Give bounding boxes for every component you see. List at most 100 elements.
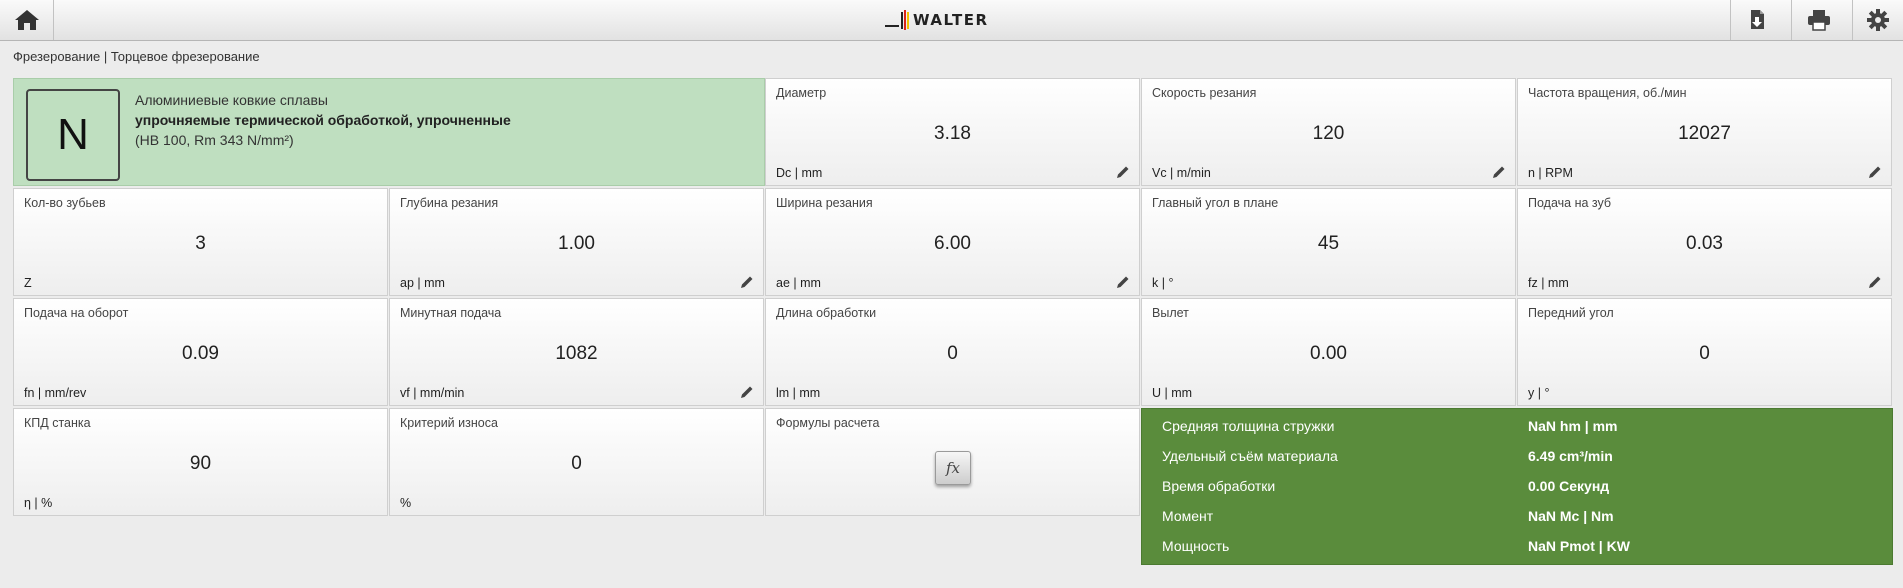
result-value: NaN Pmot | KW [1528,538,1630,554]
pencil-icon[interactable] [740,385,754,399]
param-value: 0 [947,343,958,364]
param-value: 6.00 [934,233,971,254]
param-label: Передний угол [1528,306,1614,320]
print-icon [1807,10,1830,31]
param-depth[interactable]: Глубина резания 1.00 ap | mm [389,188,764,296]
formulas-label: Формулы расчета [776,416,880,430]
param-label: Глубина резания [400,196,499,210]
param-rpm[interactable]: Частота вращения, об./мин 12027 n | RPM [1517,78,1892,186]
param-value: 90 [189,453,212,474]
result-value: NaN hm | mm [1528,418,1618,434]
param-length[interactable]: Длина обработки 0 lm | mm [765,298,1140,406]
param-label: Скорость резания [1152,86,1257,100]
param-unit: lm | mm [776,386,821,400]
result-value: NaN Mc | Nm [1528,508,1614,524]
material-condition: упрочняемые термической обработкой, упро… [135,112,511,128]
logo-text: WALTER [913,11,989,29]
result-row: Момент NaN Mc | Nm [1142,502,1892,532]
param-unit: Z [24,276,32,290]
param-unit: Vc | m/min [1152,166,1211,180]
pencil-icon[interactable] [1116,165,1130,179]
results-panel: Средняя толщина стружки NaN hm | mm Удел… [1141,408,1893,565]
param-value: 0.09 [182,343,219,364]
param-unit: n | RPM [1528,166,1573,180]
material-hardness: (HB 100, Rm 343 N/mm²) [135,132,294,148]
param-value: 120 [1312,123,1345,144]
pencil-icon[interactable] [1492,165,1506,179]
param-label: Подача на зуб [1528,196,1612,210]
param-angle[interactable]: Главный угол в плане 45 k | ° [1141,188,1516,296]
param-unit: ae | mm [776,276,821,290]
param-unit: fz | mm [1528,276,1569,290]
result-row: Время обработки 0.00 Секунд [1142,472,1892,502]
param-value: 45 [1317,233,1340,254]
param-label: Диаметр [776,86,827,100]
param-feed-per-rev[interactable]: Подача на оборот 0.09 fn | mm/rev [13,298,388,406]
pencil-icon[interactable] [1868,275,1882,289]
settings-button[interactable] [1852,0,1903,40]
param-efficiency[interactable]: КПД станка 90 η | % [13,408,388,516]
pencil-icon[interactable] [1868,165,1882,179]
param-label: Кол-во зубьев [24,196,106,210]
param-unit: Dc | mm [776,166,823,180]
param-feed-per-min[interactable]: Минутная подача 1082 vf | mm/min [389,298,764,406]
param-teeth[interactable]: Кол-во зубьев 3 Z [13,188,388,296]
param-value: 3.18 [934,123,971,144]
param-feed-per-tooth[interactable]: Подача на зуб 0.03 fz | mm [1517,188,1892,296]
param-unit: U | mm [1152,386,1193,400]
param-value: 3 [195,233,206,254]
param-unit: fn | mm/rev [24,386,87,400]
formulas-button[interactable]: fx [935,451,971,485]
result-label: Мощность [1162,538,1230,554]
param-label: КПД станка [24,416,91,430]
param-label: Критерий износа [400,416,498,430]
param-unit: % [400,496,412,510]
result-label: Средняя толщина стружки [1162,418,1335,434]
param-value: 0 [1699,343,1710,364]
export-icon [1750,10,1764,29]
param-label: Главный угол в плане [1152,196,1279,210]
formulas-panel: Формулы расчета fx [765,408,1140,516]
param-label: Минутная подача [400,306,502,320]
pencil-icon[interactable] [1116,275,1130,289]
breadcrumb: Фрезерование | Торцевое фрезерование [13,49,260,64]
param-label: Вылет [1152,306,1189,320]
material-name: Алюминиевые ковкие сплавы [135,92,328,108]
result-value: 0.00 Секунд [1528,478,1610,494]
param-value: 0 [571,453,582,474]
param-unit: ap | mm [400,276,445,290]
param-unit: k | ° [1152,276,1174,290]
pencil-icon[interactable] [740,275,754,289]
top-bar: WALTER [0,0,1903,41]
param-rake-angle[interactable]: Передний угол 0 y | ° [1517,298,1892,406]
param-value: 1.00 [558,233,595,254]
result-label: Время обработки [1162,478,1276,494]
param-label: Частота вращения, об./мин [1528,86,1687,100]
print-button[interactable] [1791,0,1845,40]
result-row: Мощность NaN Pmot | KW [1142,532,1892,562]
param-width[interactable]: Ширина резания 6.00 ae | mm [765,188,1140,296]
result-value: 6.49 cm³/min [1528,448,1613,464]
param-value: 12027 [1678,123,1731,144]
param-diameter[interactable]: Диаметр 3.18 Dc | mm [765,78,1140,186]
param-cutting-speed[interactable]: Скорость резания 120 Vc | m/min [1141,78,1516,186]
param-value: 0.00 [1310,343,1347,364]
home-icon [14,10,39,30]
home-button[interactable] [0,0,54,40]
material-panel[interactable]: N Алюминиевые ковкие сплавы упрочняемые … [13,78,765,186]
param-overhang[interactable]: Вылет 0.00 U | mm [1141,298,1516,406]
param-unit: vf | mm/min [400,386,465,400]
result-row: Удельный съём материала 6.49 cm³/min [1142,442,1892,472]
gear-icon [1867,9,1889,31]
param-value: 1082 [555,343,598,364]
param-label: Длина обработки [776,306,877,320]
walter-logo: WALTER [885,9,989,31]
result-label: Удельный съём материала [1162,448,1338,464]
result-row: Средняя толщина стружки NaN hm | mm [1142,412,1892,442]
export-button[interactable] [1730,0,1784,40]
param-unit: y | ° [1528,386,1550,400]
result-label: Момент [1162,508,1214,524]
material-group-badge: N [26,89,120,181]
param-value: 0.03 [1686,233,1723,254]
param-wear[interactable]: Критерий износа 0 % [389,408,764,516]
